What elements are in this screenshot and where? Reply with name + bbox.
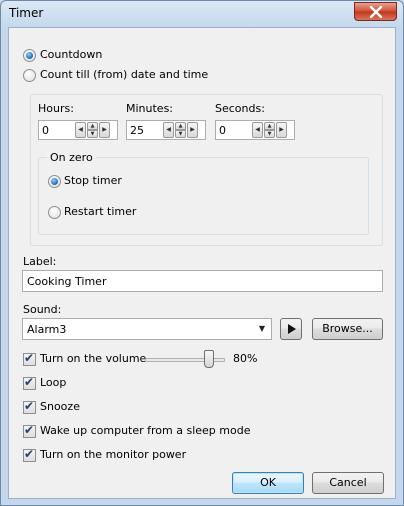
ok-button[interactable]: OK — [232, 472, 304, 494]
countdown-radio[interactable] — [23, 49, 36, 62]
minutes-up-button[interactable]: ▲ — [175, 122, 186, 130]
volume-slider-thumb[interactable] — [204, 350, 214, 368]
play-sound-button[interactable] — [280, 318, 302, 340]
hours-increment-button[interactable]: ▶ — [99, 122, 110, 138]
restart-timer-label[interactable]: Restart timer — [64, 205, 136, 218]
loop-checkbox[interactable] — [23, 375, 36, 390]
hours-up-button[interactable]: ▲ — [87, 122, 98, 130]
hours-updown[interactable]: ▲ ▼ — [87, 122, 98, 138]
time-panel: Hours: 0 ◀ ▲ ▼ ▶ Minutes: 25 ◀ ▲ ▼ ▶ Sec… — [30, 94, 383, 246]
title-bar[interactable]: Timer — [1, 1, 403, 27]
volume-label[interactable]: Turn on the volume — [40, 352, 146, 365]
arrow-right-icon: ▶ — [279, 126, 284, 133]
chevron-down-icon[interactable]: ▼ — [256, 323, 268, 335]
arrow-down-icon: ▼ — [267, 131, 272, 137]
hours-down-button[interactable]: ▼ — [87, 130, 98, 138]
window-title: Timer — [9, 6, 44, 20]
close-button[interactable] — [354, 2, 397, 21]
label-input[interactable]: Cooking Timer — [22, 270, 383, 292]
label-field-label: Label: — [23, 255, 57, 268]
on-zero-group: On zero Stop timer Restart timer — [38, 151, 369, 235]
seconds-value[interactable]: 0 — [219, 124, 226, 137]
wake-computer-label[interactable]: Wake up computer from a sleep mode — [40, 424, 250, 437]
close-icon — [369, 6, 383, 18]
minutes-label: Minutes: — [126, 102, 174, 115]
minutes-stepper[interactable]: 25 ◀ ▲ ▼ ▶ — [126, 120, 206, 140]
arrow-left-icon: ◀ — [166, 126, 171, 133]
monitor-power-checkbox[interactable] — [23, 447, 36, 462]
minutes-down-button[interactable]: ▼ — [175, 130, 186, 138]
count-till-label[interactable]: Count till (from) date and time — [40, 68, 208, 81]
play-icon — [288, 324, 296, 334]
arrow-right-icon: ▶ — [102, 126, 107, 133]
volume-percent: 80% — [233, 352, 258, 365]
countdown-label[interactable]: Countdown — [40, 48, 102, 61]
snooze-label[interactable]: Snooze — [40, 400, 80, 413]
timer-dialog: Timer Countdown Count till (from) date a… — [0, 0, 404, 506]
hours-stepper[interactable]: 0 ◀ ▲ ▼ ▶ — [38, 120, 118, 140]
sound-label: Sound: — [23, 303, 62, 316]
minutes-decrement-button[interactable]: ◀ — [163, 122, 174, 138]
stop-timer-label[interactable]: Stop timer — [64, 174, 122, 187]
volume-checkbox[interactable] — [23, 351, 36, 366]
minutes-value[interactable]: 25 — [130, 124, 144, 137]
sound-select[interactable]: Alarm3 ▼ — [22, 318, 272, 340]
minutes-updown[interactable]: ▲ ▼ — [175, 122, 186, 138]
seconds-updown[interactable]: ▲ ▼ — [264, 122, 275, 138]
arrow-down-icon: ▼ — [90, 131, 95, 137]
sound-selected[interactable]: Alarm3 — [27, 323, 66, 336]
browse-button[interactable]: Browse... — [312, 318, 383, 340]
seconds-increment-button[interactable]: ▶ — [276, 122, 287, 138]
seconds-decrement-button[interactable]: ◀ — [252, 122, 263, 138]
arrow-up-icon: ▲ — [178, 123, 183, 129]
seconds-stepper[interactable]: 0 ◀ ▲ ▼ ▶ — [215, 120, 295, 140]
arrow-right-icon: ▶ — [190, 126, 195, 133]
arrow-left-icon: ◀ — [255, 126, 260, 133]
hours-decrement-button[interactable]: ◀ — [75, 122, 86, 138]
label-input-value[interactable]: Cooking Timer — [27, 275, 106, 288]
restart-timer-radio[interactable] — [48, 206, 61, 219]
stop-timer-radio[interactable] — [48, 175, 61, 188]
cancel-button[interactable]: Cancel — [312, 472, 384, 494]
arrow-down-icon: ▼ — [178, 131, 183, 137]
arrow-up-icon: ▲ — [90, 123, 95, 129]
wake-computer-checkbox[interactable] — [23, 423, 36, 438]
hours-label: Hours: — [38, 102, 74, 115]
on-zero-legend: On zero — [47, 151, 96, 164]
seconds-label: Seconds: — [215, 102, 265, 115]
loop-label[interactable]: Loop — [40, 376, 66, 389]
monitor-power-label[interactable]: Turn on the monitor power — [40, 448, 186, 461]
arrow-left-icon: ◀ — [78, 126, 83, 133]
count-till-radio[interactable] — [23, 69, 36, 82]
snooze-checkbox[interactable] — [23, 399, 36, 414]
dialog-body: Countdown Count till (from) date and tim… — [8, 27, 396, 499]
seconds-down-button[interactable]: ▼ — [264, 130, 275, 138]
minutes-increment-button[interactable]: ▶ — [187, 122, 198, 138]
seconds-up-button[interactable]: ▲ — [264, 122, 275, 130]
hours-value[interactable]: 0 — [42, 124, 49, 137]
arrow-up-icon: ▲ — [267, 123, 272, 129]
